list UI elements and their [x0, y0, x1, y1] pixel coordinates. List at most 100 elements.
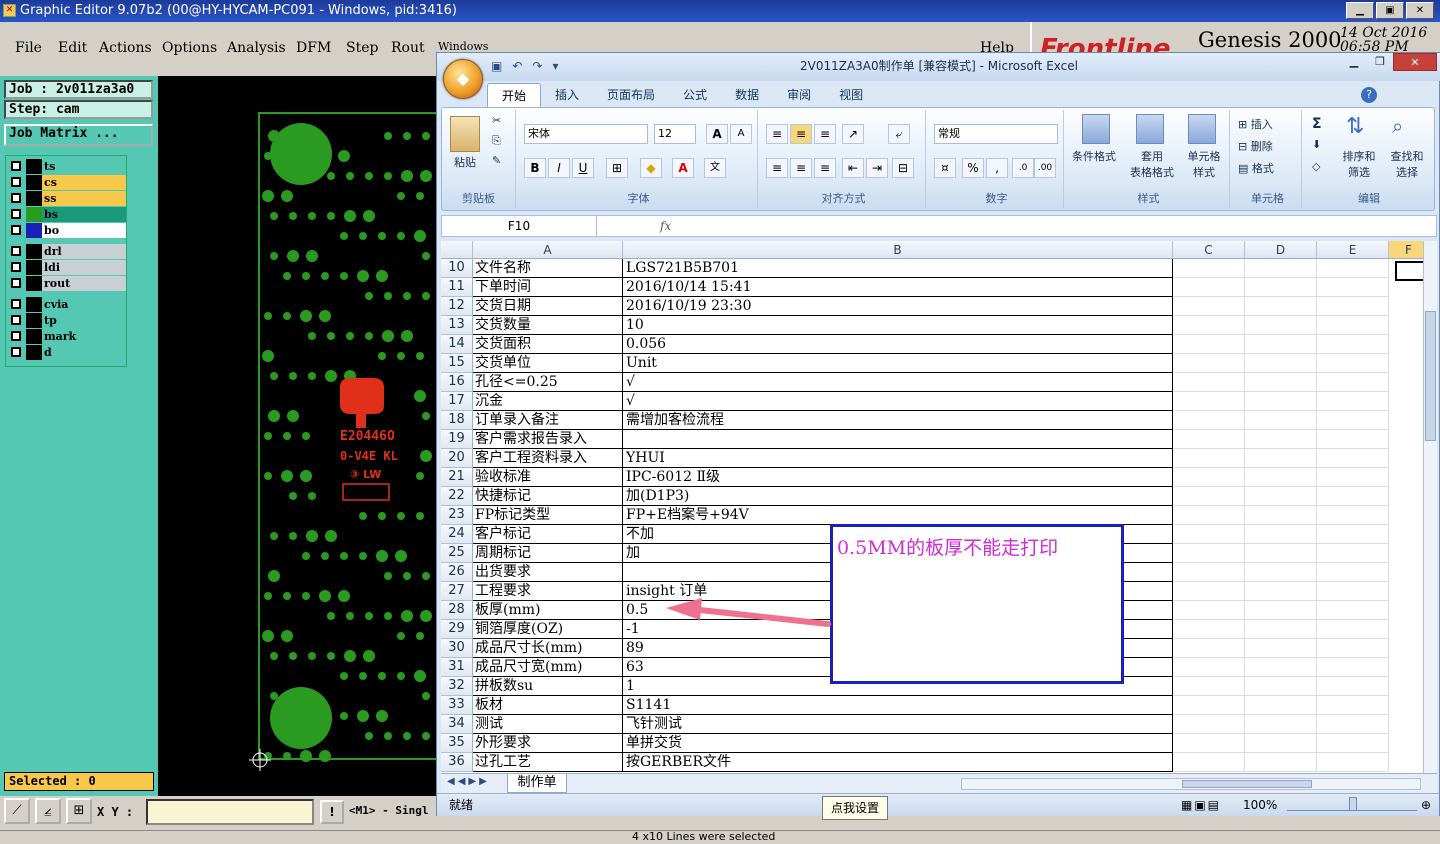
fill-icon[interactable]: ⬇: [1312, 138, 1321, 151]
empty-cell[interactable]: [1317, 753, 1389, 772]
row-header[interactable]: 19: [441, 430, 473, 449]
cell-b[interactable]: 加(D1P3): [623, 487, 1173, 506]
menu-analysis[interactable]: Analysis: [227, 40, 286, 56]
cut-icon[interactable]: ✂: [492, 114, 501, 127]
empty-cell[interactable]: [1317, 297, 1389, 316]
empty-cell[interactable]: [1173, 753, 1245, 772]
decrease-decimal-icon[interactable]: .00: [1034, 158, 1056, 178]
cell-b[interactable]: √: [623, 373, 1173, 392]
menu-rout[interactable]: Rout: [391, 40, 425, 56]
empty-cell[interactable]: [1245, 297, 1317, 316]
empty-cell[interactable]: [1173, 658, 1245, 677]
empty-cell[interactable]: [1245, 715, 1317, 734]
empty-cell[interactable]: [1317, 487, 1389, 506]
empty-cell[interactable]: [1317, 525, 1389, 544]
align-top-icon[interactable]: ≡: [766, 124, 788, 144]
empty-cell[interactable]: [1245, 525, 1317, 544]
row-header[interactable]: 36: [441, 753, 473, 772]
layer-row-mark[interactable]: mark: [8, 329, 126, 344]
empty-cell[interactable]: [1173, 677, 1245, 696]
horizontal-scroll-thumb[interactable]: [1182, 780, 1312, 788]
row-header[interactable]: 23: [441, 506, 473, 525]
empty-cell[interactable]: [1317, 734, 1389, 753]
row-header[interactable]: 18: [441, 411, 473, 430]
empty-cell[interactable]: [1317, 468, 1389, 487]
empty-cell[interactable]: [1317, 563, 1389, 582]
empty-cell[interactable]: [1173, 734, 1245, 753]
sort-filter-icon[interactable]: ⇅: [1346, 114, 1364, 139]
empty-cell[interactable]: [1245, 316, 1317, 335]
cell-b[interactable]: FP+E档案号+94V: [623, 506, 1173, 525]
align-left-icon[interactable]: ≡: [766, 158, 788, 178]
empty-cell[interactable]: [1245, 259, 1317, 278]
zoom-slider-thumb[interactable]: [1349, 797, 1357, 811]
cell-style-icon[interactable]: [1188, 114, 1216, 144]
empty-cell[interactable]: [1245, 506, 1317, 525]
snap-icon[interactable]: ⟋: [4, 798, 30, 824]
layer-row-rout[interactable]: rout: [8, 276, 126, 291]
layer-checkbox[interactable]: [11, 246, 21, 256]
cell-a[interactable]: 文件名称: [473, 259, 623, 278]
view-buttons-icon[interactable]: ▦▣▤: [1181, 794, 1221, 816]
empty-cell[interactable]: [1317, 658, 1389, 677]
layer-checkbox[interactable]: [11, 161, 21, 171]
vertical-scrollbar[interactable]: [1423, 241, 1437, 773]
empty-cell[interactable]: [1173, 373, 1245, 392]
empty-cell[interactable]: [1173, 601, 1245, 620]
empty-cell[interactable]: [1245, 487, 1317, 506]
font-name-select[interactable]: 宋体: [524, 124, 648, 144]
cell-b[interactable]: S1141: [623, 696, 1173, 715]
cell-a[interactable]: 快捷标记: [473, 487, 623, 506]
empty-cell[interactable]: [1317, 506, 1389, 525]
layer-checkbox[interactable]: [11, 262, 21, 272]
format-painter-icon[interactable]: ✎: [492, 154, 501, 167]
font-size-select[interactable]: 12: [654, 124, 696, 144]
ribbon-tab[interactable]: 审阅: [773, 83, 825, 107]
empty-cell[interactable]: [1245, 430, 1317, 449]
empty-cell[interactable]: [1245, 620, 1317, 639]
align-middle-icon[interactable]: ≡: [790, 124, 812, 144]
empty-cell[interactable]: [1245, 392, 1317, 411]
empty-cell[interactable]: [1173, 354, 1245, 373]
layer-row-ts[interactable]: ts: [8, 159, 126, 174]
empty-cell[interactable]: [1245, 582, 1317, 601]
active-cell-f10[interactable]: [1395, 261, 1423, 281]
cell-a[interactable]: 沉金: [473, 392, 623, 411]
empty-cell[interactable]: [1317, 449, 1389, 468]
grow-font-icon[interactable]: A: [706, 124, 728, 144]
cell-a[interactable]: 验收标准: [473, 468, 623, 487]
row-header[interactable]: 31: [441, 658, 473, 677]
empty-cell[interactable]: [1245, 734, 1317, 753]
ribbon-tab[interactable]: 页面布局: [593, 83, 669, 107]
layer-row-bs[interactable]: bs: [8, 207, 126, 222]
increase-indent-icon[interactable]: ⇥: [866, 158, 888, 178]
cell-a[interactable]: 工程要求: [473, 582, 623, 601]
font-color-icon[interactable]: A: [672, 158, 694, 178]
worksheet-grid[interactable]: A B C D E F 10 文件名称 LGS721B5B701 11 下单时间 2016…: [441, 241, 1423, 773]
cell-a[interactable]: 成品尺寸长(mm): [473, 639, 623, 658]
currency-icon[interactable]: ¤: [934, 158, 956, 178]
layer-checkbox[interactable]: [11, 193, 21, 203]
row-header[interactable]: 17: [441, 392, 473, 411]
empty-cell[interactable]: [1317, 430, 1389, 449]
help-icon[interactable]: ?: [1361, 87, 1377, 103]
ribbon-tab[interactable]: 数据: [721, 83, 773, 107]
minimize-button[interactable]: ▁: [1346, 2, 1374, 19]
row-header[interactable]: 12: [441, 297, 473, 316]
fill-color-icon[interactable]: ◆: [640, 158, 662, 178]
empty-cell[interactable]: [1245, 354, 1317, 373]
conditional-format-button[interactable]: 条件格式: [1068, 148, 1120, 164]
merge-center-icon[interactable]: ⊟: [892, 158, 914, 178]
empty-cell[interactable]: [1317, 335, 1389, 354]
step-field[interactable]: Step: cam: [4, 100, 153, 119]
empty-cell[interactable]: [1317, 278, 1389, 297]
empty-cell[interactable]: [1173, 259, 1245, 278]
cell-a[interactable]: 外形要求: [473, 734, 623, 753]
cell-a[interactable]: 过孔工艺: [473, 753, 623, 772]
row-header[interactable]: 11: [441, 278, 473, 297]
empty-cell[interactable]: [1317, 582, 1389, 601]
cell-b[interactable]: IPC-6012 Ⅱ级: [623, 468, 1173, 487]
empty-cell[interactable]: [1317, 259, 1389, 278]
row-header[interactable]: 28: [441, 601, 473, 620]
empty-cell[interactable]: [1317, 677, 1389, 696]
